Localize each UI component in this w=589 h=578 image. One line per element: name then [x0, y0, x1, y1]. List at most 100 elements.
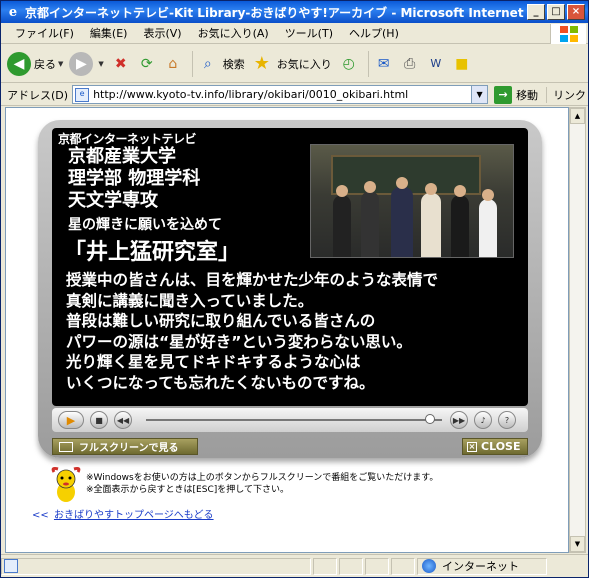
search-label: 検索 — [222, 57, 245, 71]
person-head — [425, 183, 437, 195]
tv-icon — [59, 441, 73, 452]
player-controls: ▶ ■ ◀◀ ▶▶ ♪ ? — [52, 408, 528, 432]
close-window-button[interactable]: × — [567, 4, 585, 20]
person-head — [482, 189, 494, 201]
narration-line: 普段は難しい研究に取り組んでいる皆さんの — [66, 312, 376, 331]
narration-line: 真剣に講義に聞き入っていました。 — [66, 291, 314, 310]
major-name: 天文学専攻 — [68, 190, 158, 211]
back-button[interactable]: ◀ 戻る ▼ — [7, 51, 64, 76]
chevron-down-icon: ▼ — [58, 59, 64, 68]
person-figure — [451, 195, 469, 257]
video-player: 京都インターネットテレビ 京都産業大学 理学部 物理学科 天文学専攻 星の輝きに… — [38, 120, 542, 458]
back-arrow-icon: ◀ — [7, 51, 31, 76]
windows-logo-icon — [550, 24, 586, 44]
menu-file[interactable]: ファイル(F) — [7, 25, 82, 41]
favorites-label: お気に入り — [276, 57, 332, 71]
close-icon: × — [467, 441, 477, 452]
address-input[interactable]: e http://www.kyoto-tv.info/library/okiba… — [72, 85, 473, 104]
star-icon: ★ — [253, 53, 270, 74]
video-screen[interactable]: 京都インターネットテレビ 京都産業大学 理学部 物理学科 天文学専攻 星の輝きに… — [52, 128, 528, 406]
status-bar: インターネット — [1, 554, 588, 577]
globe-icon — [422, 559, 436, 573]
scroll-down-button[interactable]: ▼ — [570, 536, 585, 552]
person-figure — [391, 187, 413, 257]
page-status-icon — [4, 559, 18, 573]
page-icon: e — [75, 87, 90, 102]
refresh-icon[interactable]: ⟳ — [136, 53, 158, 75]
favorites-button[interactable]: ★ お気に入り — [251, 53, 332, 75]
zone-label: インターネット — [442, 560, 519, 573]
go-arrow-icon: → — [494, 85, 513, 104]
title-bar: e 京都インターネットテレビ-Kit Library-おきばりやす!アーカイブ … — [1, 1, 588, 23]
edit-icon[interactable]: W — [425, 53, 447, 75]
print-icon[interactable]: ⎙ — [399, 53, 421, 75]
go-button[interactable]: → 移動 — [494, 85, 539, 104]
back-label: 戻る — [34, 57, 56, 71]
person-figure — [479, 199, 497, 257]
person-head — [364, 181, 376, 193]
menu-favorites[interactable]: お気に入り(A) — [190, 25, 277, 41]
close-player-button[interactable]: × CLOSE — [462, 438, 528, 455]
stop-button[interactable]: ■ — [90, 411, 108, 429]
person-head — [454, 185, 466, 197]
menu-tools[interactable]: ツール(T) — [277, 25, 341, 41]
browser-window: e 京都インターネットテレビ-Kit Library-おきばりやす!アーカイブ … — [0, 0, 589, 578]
play-button[interactable]: ▶ — [58, 411, 84, 429]
go-label: 移動 — [516, 88, 539, 102]
double-arrow-icon: << — [32, 510, 49, 521]
home-icon[interactable]: ⌂ — [162, 53, 184, 75]
maximize-button[interactable]: □ — [547, 4, 565, 20]
lab-name: 「井上猛研究室」 — [64, 240, 241, 265]
vertical-scrollbar[interactable]: ▲ ▼ — [569, 107, 586, 553]
back-to-top-link[interactable]: << おきばりやすトップページへもどる — [32, 506, 214, 521]
ie-logo-icon: e — [8, 4, 18, 20]
back-link-text[interactable]: おきばりやすトップページへもどる — [54, 510, 214, 521]
rewind-button[interactable]: ◀◀ — [114, 411, 132, 429]
seek-bar[interactable] — [146, 414, 442, 424]
note-escape: ※全面表示から戻すときは[ESC]を押して下さい。 — [86, 485, 289, 495]
seek-handle[interactable] — [425, 414, 436, 424]
note-icon[interactable]: ■ — [451, 53, 473, 75]
menu-help[interactable]: ヘルプ(H) — [341, 25, 407, 41]
info-icon[interactable]: ? — [498, 411, 516, 429]
narration-line: パワーの源は“星が好き”という変わらない思い。 — [66, 332, 412, 351]
address-url: http://www.kyoto-tv.info/library/okibari… — [93, 88, 409, 101]
fullscreen-button[interactable]: フルスクリーンで見る — [52, 438, 198, 455]
tagline: 星の輝きに願いを込めて — [68, 217, 222, 233]
narration-line: いくつになっても忘れたくないものですね。 — [66, 373, 375, 392]
volume-icon[interactable]: ♪ — [474, 411, 492, 429]
mail-icon[interactable]: ✉ — [373, 53, 395, 75]
forward-button[interactable]: ▶ ▼ — [69, 51, 104, 76]
status-cell — [339, 557, 363, 575]
menu-bar: ファイル(F) 編集(E) 表示(V) お気に入り(A) ツール(T) ヘルプ(… — [1, 23, 588, 44]
person-figure — [421, 193, 441, 257]
standard-toolbar: ◀ 戻る ▼ ▶ ▼ ✖ ⟳ ⌂ ⌕ 検索 ★ お気に入り ◴ ✉ ⎙ W ■ — [1, 45, 588, 83]
narration-line: 授業中の皆さんは、目を輝かせた少年のような表情で — [66, 271, 439, 289]
history-icon[interactable]: ◴ — [338, 53, 360, 75]
chevron-down-icon: ▼ — [98, 59, 104, 68]
scroll-up-button[interactable]: ▲ — [570, 108, 585, 124]
menu-view[interactable]: 表示(V) — [135, 25, 189, 41]
menu-edit[interactable]: 編集(E) — [82, 25, 136, 41]
person-head — [396, 177, 408, 189]
usage-notes: ※Windowsをお使いの方は上のボタンからフルスクリーンで番組をご覧いただけま… — [86, 472, 438, 496]
seek-track — [146, 419, 442, 421]
search-button[interactable]: ⌕ 検索 — [197, 53, 245, 75]
address-dropdown[interactable]: ▼ — [472, 85, 489, 104]
window-title: 京都インターネットテレビ-Kit Library-おきばりやす!アーカイブ - … — [25, 5, 527, 20]
status-cell — [365, 557, 389, 575]
fast-forward-button[interactable]: ▶▶ — [450, 411, 468, 429]
stop-icon[interactable]: ✖ — [110, 53, 132, 75]
mascot-icon — [50, 466, 82, 504]
address-bar: アドレス(D) e http://www.kyoto-tv.info/libra… — [1, 84, 588, 106]
minimize-button[interactable]: _ — [527, 4, 545, 20]
narration-text: 授業中の皆さんは、目を輝かせた少年のような表情で 真剣に講義に聞き入っていました… — [66, 270, 516, 394]
person-head — [336, 185, 348, 197]
status-cell — [391, 557, 415, 575]
person-figure — [361, 191, 379, 257]
search-icon: ⌕ — [203, 55, 212, 72]
links-button[interactable]: リンク — [546, 86, 586, 103]
fullscreen-label: フルスクリーンで見る — [79, 443, 179, 454]
close-label: CLOSE — [481, 440, 521, 453]
toolbar-divider — [191, 50, 193, 77]
